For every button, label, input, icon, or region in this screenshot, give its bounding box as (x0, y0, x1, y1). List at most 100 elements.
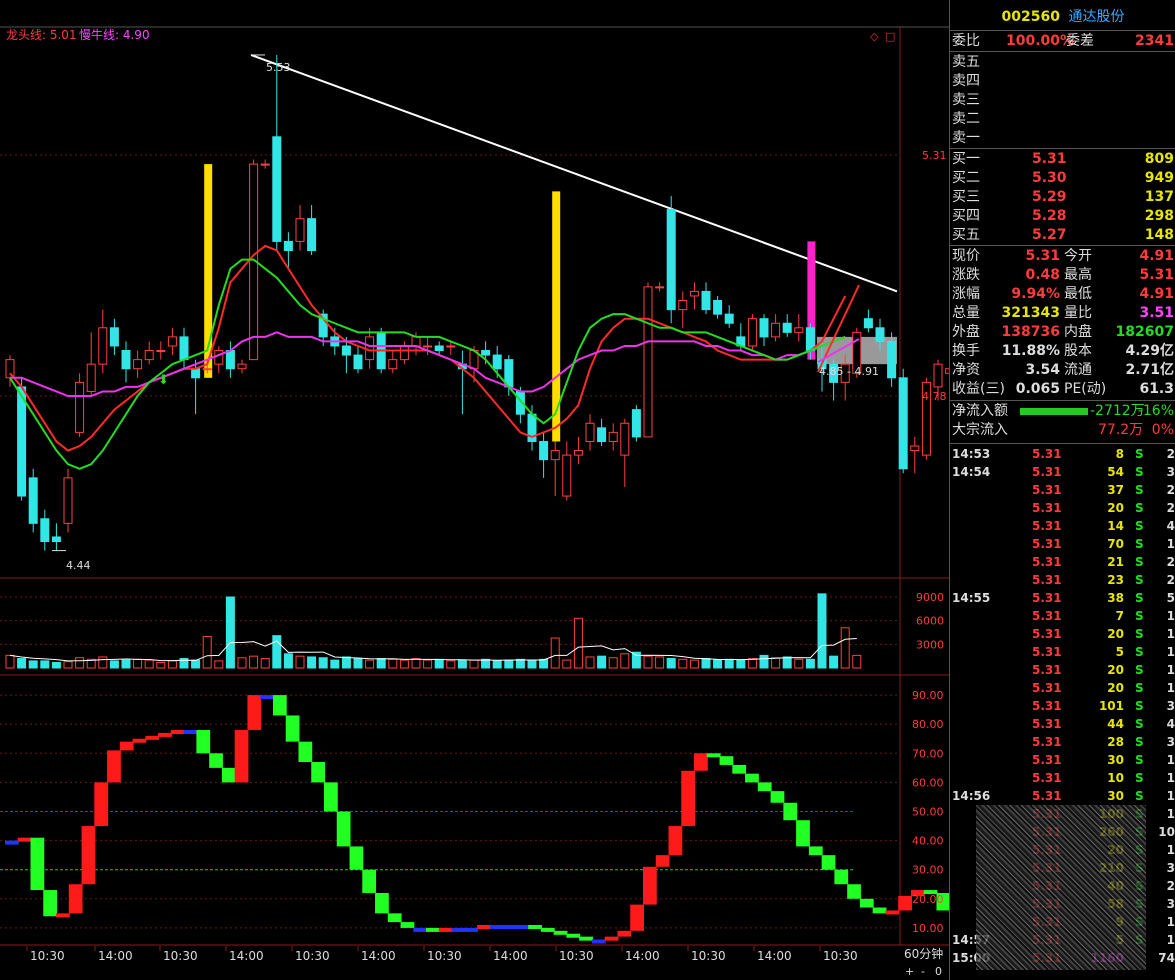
window-icon[interactable]: □ (885, 30, 895, 43)
volume-bar (225, 596, 235, 669)
volume-bar (713, 659, 723, 669)
osc-bar (221, 767, 236, 783)
candle-body (492, 354, 502, 370)
tick-volume: 10 (1107, 771, 1124, 785)
tick-side: S (1135, 483, 1144, 497)
tick-row[interactable]: 14:53 5.31 8 S 2 (950, 445, 1175, 463)
bid-price: 5.27 (1032, 227, 1067, 243)
bid-row: 买三 5.29 137 (950, 188, 1175, 207)
tick-row[interactable]: 14:55 5.31 38 S 5 (950, 589, 1175, 607)
bid-price: 5.31 (1032, 151, 1067, 167)
osc-bar (808, 846, 823, 856)
upper-price-label: 5.31 (922, 149, 947, 162)
tick-side: S (1135, 519, 1144, 533)
zoom-in-control[interactable]: + (905, 965, 914, 978)
candle-body (295, 218, 305, 242)
candle-body (713, 300, 723, 315)
osc-bar (464, 927, 479, 932)
period-label[interactable]: 60分钟 (904, 946, 943, 961)
kline-chart[interactable]: ⬇ 9000 6000 3000 90.00 80.00 70.00 60.00 50.00 4… (0, 0, 949, 980)
tick-row[interactable]: 5.31 70 S 1 (950, 535, 1175, 553)
tick-row[interactable]: 5.31 20 S 1 (950, 661, 1175, 679)
tick-row[interactable]: 5.31 14 S 4 (950, 517, 1175, 535)
bid-label: 买二 (952, 170, 980, 186)
tick-row[interactable]: 5.31 21 S 2 (950, 553, 1175, 571)
osc-axis-label: 90.00 (912, 689, 944, 702)
tick-side: S (1135, 465, 1144, 479)
tick-count: 3 (1166, 861, 1175, 875)
tick-row[interactable]: 5.31 20 S 1 (950, 679, 1175, 697)
osc-bar (668, 826, 683, 856)
volume-bar (678, 658, 688, 669)
stat-label: 总量 (952, 305, 980, 321)
tick-count: 1 (1166, 663, 1175, 677)
candle-body (109, 327, 119, 347)
tick-volume: 101 (1098, 699, 1124, 713)
tick-row[interactable]: 5.31 5 S 1 (950, 643, 1175, 661)
candle-body (724, 313, 734, 324)
volume-bar (63, 661, 73, 669)
stat-value: 4.91 (1139, 286, 1174, 302)
tick-row[interactable]: 5.31 101 S 3 (950, 697, 1175, 715)
tick-row[interactable]: 5.31 44 S 4 (950, 715, 1175, 733)
candle-body (446, 345, 456, 348)
tick-row[interactable]: 5.31 20 S 2 (950, 499, 1175, 517)
bid-volume: 949 (1144, 170, 1174, 186)
quote-panel: 002560 通达股份 委比 100.00% 委差 2341 卖五 卖四 卖三 卖二卖… (949, 0, 1175, 980)
tick-price: 5.31 (1032, 645, 1062, 659)
tick-row[interactable]: 14:54 5.31 54 S 3 (950, 463, 1175, 481)
stat-label: 涨幅 (952, 286, 980, 302)
osc-bar (783, 802, 798, 821)
tick-side: S (1135, 555, 1144, 569)
tick-side: S (1135, 501, 1144, 515)
tick-row[interactable]: 5.31 23 S 2 (950, 571, 1175, 589)
volume-bar (794, 658, 804, 669)
tick-row[interactable]: 5.31 7 S 1 (950, 607, 1175, 625)
volume-bar (481, 658, 491, 669)
volume-bar (550, 637, 560, 669)
volume-bar (5, 654, 15, 669)
tick-side: S (1135, 753, 1144, 767)
volume-bar (365, 659, 375, 669)
time-axis-label: 14:00 (98, 949, 133, 963)
candle-body (631, 409, 641, 438)
osc-bar (119, 741, 134, 751)
osc-bar (30, 837, 45, 891)
tick-count: 1 (1166, 771, 1175, 785)
volume-bar (376, 658, 386, 669)
stat-value: 3.54 (1025, 362, 1060, 378)
osc-bar (591, 939, 606, 944)
volume-bar (283, 653, 293, 669)
candle-body (655, 286, 665, 289)
bull-line-legend: 慢牛线: 4.90 (79, 27, 150, 42)
tick-volume: 20 (1107, 501, 1124, 515)
tick-row[interactable]: 5.31 30 S 1 (950, 751, 1175, 769)
stat-value: 5.31 (1025, 248, 1060, 264)
volume-bar (307, 656, 317, 669)
volume-bar (295, 655, 305, 669)
candle-body (179, 336, 189, 361)
osc-bar (68, 884, 83, 914)
candle-body (98, 327, 108, 365)
bid-volume: 137 (1144, 189, 1174, 205)
tick-price: 5.31 (1032, 663, 1062, 677)
zoom-out-control[interactable]: - (921, 965, 925, 978)
volume-bar (852, 654, 862, 669)
osc-bar (694, 753, 708, 771)
zoom-reset-control[interactable]: 0 (935, 965, 942, 978)
tick-row[interactable]: 14:56 5.31 30 S 1 (950, 787, 1175, 805)
tick-row[interactable]: 5.31 37 S 2 (950, 481, 1175, 499)
tick-row[interactable]: 5.31 20 S 1 (950, 625, 1175, 643)
candle-body (620, 422, 630, 456)
tick-row[interactable]: 5.31 10 S 1 (950, 769, 1175, 787)
osc-bar (617, 930, 632, 937)
tick-count: 1 (1166, 843, 1175, 857)
tick-count: 10 (1158, 825, 1175, 839)
weibi-label: 委比 (952, 33, 980, 49)
diamond-icon[interactable]: ◇ (870, 30, 879, 43)
tick-count: 74 (1158, 951, 1175, 965)
candle-body (539, 440, 549, 461)
stock-code: 002560 (1001, 9, 1060, 25)
tick-row[interactable]: 5.31 28 S 3 (950, 733, 1175, 751)
volume-bar (214, 660, 224, 669)
